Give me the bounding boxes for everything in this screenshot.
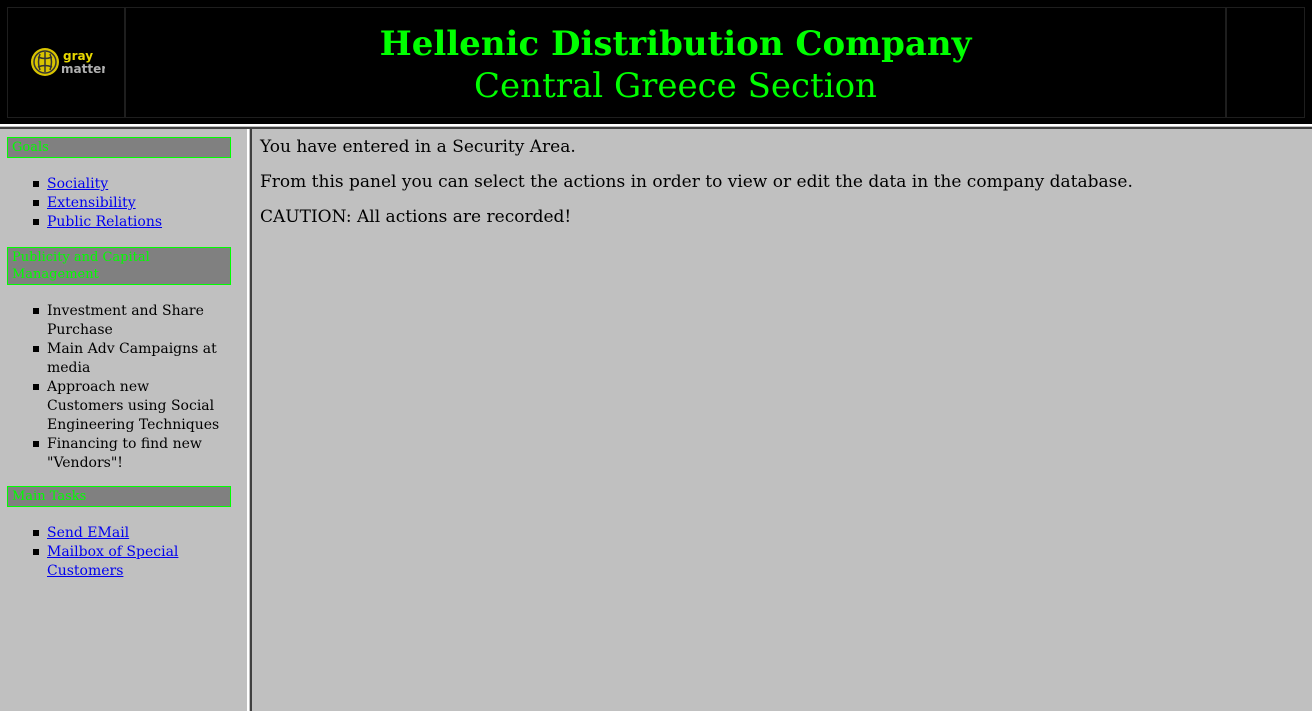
square-bullet-icon: [33, 441, 39, 447]
list-item: Sociality: [33, 175, 227, 194]
link-sociality[interactable]: Sociality: [47, 176, 108, 192]
header-right-cell: [1226, 7, 1305, 118]
section-heading-goals: Goals: [7, 137, 231, 158]
list-item: Send EMail: [33, 524, 227, 543]
item-approach-customers: Approach new Customers using Social Engi…: [47, 379, 220, 433]
security-area-notice: You have entered in a Security Area.: [260, 137, 576, 157]
logo-cell: gray matter: [7, 7, 125, 118]
page-subtitle: Central Greece Section: [474, 66, 877, 106]
list-item: Financing to find new "Vendors"!: [33, 435, 227, 473]
item-financing: Financing to find new "Vendors"!: [47, 436, 202, 471]
section-heading-publicity: Publicity and Capital Management: [7, 247, 231, 285]
square-bullet-icon: [33, 219, 39, 225]
link-public-relations[interactable]: Public Relations: [47, 214, 162, 230]
link-extensibility[interactable]: Extensibility: [47, 195, 136, 211]
item-investment: Investment and Share Purchase: [47, 303, 204, 338]
sidebar-frame: Goals Sociality Extensibility Public Rel…: [0, 129, 247, 711]
section-heading-main-tasks: Main Tasks: [7, 486, 231, 507]
list-item: Main Adv Campaigns at media: [33, 340, 227, 378]
title-cell: Hellenic Distribution Company Central Gr…: [125, 7, 1226, 118]
publicity-list: Investment and Share Purchase Main Adv C…: [33, 302, 227, 473]
panel-description: From this panel you can select the actio…: [260, 172, 1133, 192]
link-mailbox-special-customers[interactable]: Mailbox of Special Customers: [47, 544, 178, 579]
page-title: Hellenic Distribution Company: [379, 24, 972, 64]
caution-notice: CAUTION: All actions are recorded!: [260, 207, 572, 227]
list-item: Mailbox of Special Customers: [33, 543, 227, 581]
square-bullet-icon: [33, 200, 39, 206]
square-bullet-icon: [33, 346, 39, 352]
square-bullet-icon: [33, 181, 39, 187]
svg-text:gray: gray: [63, 49, 93, 63]
square-bullet-icon: [33, 549, 39, 555]
item-adv-campaigns: Main Adv Campaigns at media: [47, 341, 217, 376]
square-bullet-icon: [33, 308, 39, 314]
link-send-email[interactable]: Send EMail: [47, 525, 129, 541]
square-bullet-icon: [33, 384, 39, 390]
list-item: Public Relations: [33, 213, 227, 232]
svg-text:matter: matter: [61, 62, 105, 76]
gray-matter-logo: gray matter: [29, 46, 105, 79]
list-item: Extensibility: [33, 194, 227, 213]
list-item: Investment and Share Purchase: [33, 302, 227, 340]
list-item: Approach new Customers using Social Engi…: [33, 378, 227, 435]
header-frame: gray matter Hellenic Distribution Compan…: [0, 0, 1312, 124]
square-bullet-icon: [33, 530, 39, 536]
content-frame: You have entered in a Security Area. Fro…: [252, 129, 1312, 711]
goals-list: Sociality Extensibility Public Relations: [33, 175, 227, 232]
main-tasks-list: Send EMail Mailbox of Special Customers: [33, 524, 227, 581]
